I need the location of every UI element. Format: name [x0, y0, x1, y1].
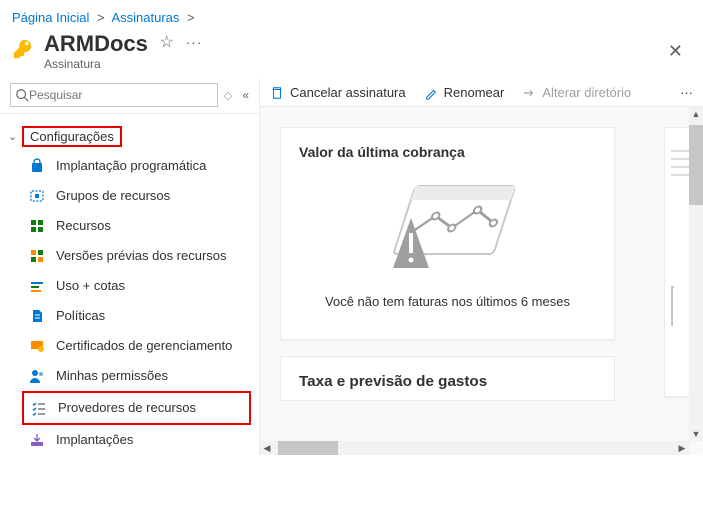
diamond-icon[interactable]: ◇ — [224, 89, 232, 102]
preview-grid-icon — [28, 247, 46, 265]
breadcrumb-subscriptions[interactable]: Assinaturas — [111, 10, 179, 25]
collapse-sidebar-icon[interactable]: « — [238, 88, 253, 102]
billing-card: Valor da última cobrança — [280, 127, 615, 340]
sidebar-item-certificados[interactable]: Certificados de gerenciamento — [0, 331, 259, 361]
sidebar-item-label: Recursos — [56, 218, 251, 235]
sidebar-item-label: Implantações — [56, 432, 251, 449]
checklist-icon — [30, 399, 48, 417]
person-icon — [28, 367, 46, 385]
search-icon — [15, 88, 29, 102]
favorite-star-icon[interactable]: ☆ — [160, 34, 174, 51]
billing-empty-text: Você não tem faturas nos últimos 6 meses — [299, 294, 596, 309]
billing-card-title: Valor da última cobrança — [299, 144, 596, 160]
scrollbar-thumb[interactable] — [278, 441, 338, 455]
sidebar-item-provedores-recursos[interactable]: Provedores de recursos — [24, 393, 249, 423]
toolbar-label: Cancelar assinatura — [290, 85, 406, 100]
sidebar-item-grupos-recursos[interactable]: Grupos de recursos — [0, 181, 259, 211]
sidebar-item-label: Certificados de gerenciamento — [56, 338, 251, 355]
forecast-card: Taxa e previsão de gastos — [280, 356, 615, 401]
sidebar-section-label: Configurações — [30, 129, 114, 144]
certificate-icon — [28, 337, 46, 355]
sidebar-item-label: Grupos de recursos — [56, 188, 251, 205]
bag-icon — [28, 157, 46, 175]
empty-chart-illustration — [299, 178, 596, 278]
sidebar-section-configuracoes[interactable]: ⌄ Configurações — [0, 122, 259, 151]
page-subtitle: Assinatura — [44, 57, 660, 71]
sidebar: ◇ « ⌄ Configurações Implantação programá… — [0, 79, 260, 455]
toolbar-label: Renomear — [444, 85, 505, 100]
sidebar-item-label: Minhas permissões — [56, 368, 251, 385]
change-directory-button: Alterar diretório — [522, 85, 631, 100]
sidebar-item-recursos[interactable]: Recursos — [0, 211, 259, 241]
sidebar-item-label: Implantação programática — [56, 158, 251, 175]
chevron-right-icon: > — [97, 10, 105, 25]
sidebar-item-label: Uso + cotas — [56, 278, 251, 295]
breadcrumb: Página Inicial > Assinaturas > — [0, 0, 703, 29]
forecast-card-title: Taxa e previsão de gastos — [299, 373, 596, 390]
key-icon — [12, 35, 34, 63]
sidebar-item-permissoes[interactable]: Minhas permissões — [0, 361, 259, 391]
toolbar-label: Alterar diretório — [542, 85, 631, 100]
vertical-scrollbar[interactable]: ▲ ▼ — [689, 107, 703, 441]
sidebar-item-implantacoes[interactable]: Implantações — [0, 425, 259, 455]
chevron-down-icon: ⌄ — [8, 130, 22, 143]
page-header: ARMDocs ☆ ··· Assinatura ✕ — [0, 29, 703, 79]
cancel-subscription-button[interactable]: Cancelar assinatura — [270, 85, 406, 100]
sidebar-item-label: Provedores de recursos — [58, 400, 241, 417]
toolbar-more-icon[interactable]: ··· — [680, 85, 693, 100]
scroll-right-arrow-icon[interactable]: ▶ — [675, 443, 689, 454]
sidebar-item-label: Políticas — [56, 308, 251, 325]
rename-button[interactable]: Renomear — [424, 85, 505, 100]
sidebar-item-implantacao-programatica[interactable]: Implantação programática — [0, 151, 259, 181]
bars-icon — [28, 277, 46, 295]
sidebar-item-versoes-previas[interactable]: Versões prévias dos recursos — [0, 241, 259, 271]
content-area: Cancelar assinatura Renomear Alterar dir… — [260, 79, 703, 455]
chevron-right-icon: > — [187, 10, 195, 25]
resource-group-icon — [28, 187, 46, 205]
sidebar-item-label: Versões prévias dos recursos — [56, 248, 251, 265]
scrollbar-thumb[interactable] — [689, 125, 703, 205]
policy-icon — [28, 307, 46, 325]
toolbar: Cancelar assinatura Renomear Alterar dir… — [260, 79, 703, 107]
scroll-down-arrow-icon[interactable]: ▼ — [692, 427, 701, 441]
horizontal-scrollbar[interactable]: ◀ ▶ — [260, 441, 689, 455]
sidebar-item-uso-cotas[interactable]: Uso + cotas — [0, 271, 259, 301]
more-icon[interactable]: ··· — [186, 34, 203, 50]
close-icon[interactable]: ✕ — [660, 37, 691, 66]
search-input[interactable] — [29, 88, 213, 102]
sidebar-item-politicas[interactable]: Políticas — [0, 301, 259, 331]
scroll-left-arrow-icon[interactable]: ◀ — [260, 443, 274, 454]
breadcrumb-home[interactable]: Página Inicial — [12, 10, 89, 25]
page-title: ARMDocs — [44, 31, 148, 57]
search-input-wrap[interactable] — [10, 83, 218, 107]
deployment-icon — [28, 431, 46, 449]
grid-icon — [28, 217, 46, 235]
scroll-up-arrow-icon[interactable]: ▲ — [692, 107, 701, 121]
